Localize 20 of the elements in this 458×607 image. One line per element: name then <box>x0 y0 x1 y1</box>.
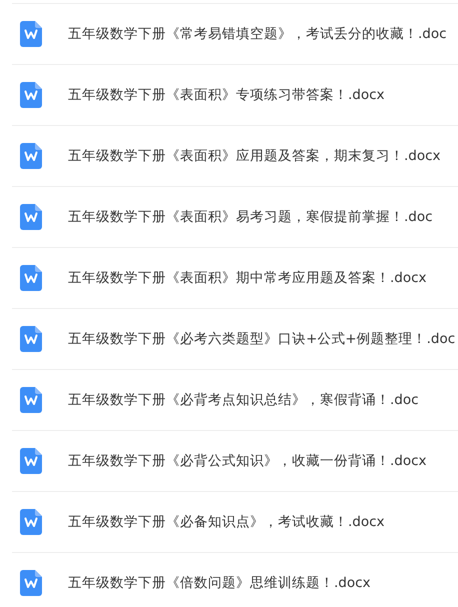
file-name[interactable]: 五年级数学下册《表面积》易考习题，寒假提前掌握！.doc <box>68 208 433 226</box>
file-name[interactable]: 五年级数学下册《倍数问题》思维训练题！.docx <box>68 574 371 592</box>
file-name[interactable]: 五年级数学下册《必备知识点》，考试收藏！.docx <box>68 513 385 531</box>
file-name[interactable]: 五年级数学下册《必考六类题型》口诀+公式+例题整理！.doc <box>68 330 456 348</box>
document-icon <box>20 326 42 352</box>
file-name[interactable]: 五年级数学下册《表面积》期中常考应用题及答案！.docx <box>68 269 427 287</box>
file-name[interactable]: 五年级数学下册《常考易错填空题》，考试丢分的收藏！.doc <box>68 25 447 43</box>
document-icon <box>20 570 42 596</box>
file-name[interactable]: 五年级数学下册《表面积》专项练习带答案！.docx <box>68 86 385 104</box>
document-icon <box>20 204 42 230</box>
document-icon <box>20 448 42 474</box>
document-icon <box>20 265 42 291</box>
document-icon <box>20 82 42 108</box>
file-name[interactable]: 五年级数学下册《必背考点知识总结》，寒假背诵！.doc <box>68 391 419 409</box>
document-icon <box>20 143 42 169</box>
file-name[interactable]: 五年级数学下册《必背公式知识》，收藏一份背诵！.docx <box>68 452 427 470</box>
document-icon <box>20 387 42 413</box>
file-name[interactable]: 五年级数学下册《表面积》应用题及答案，期末复习！.docx <box>68 147 441 165</box>
document-icon <box>20 21 42 47</box>
document-icon <box>20 509 42 535</box>
